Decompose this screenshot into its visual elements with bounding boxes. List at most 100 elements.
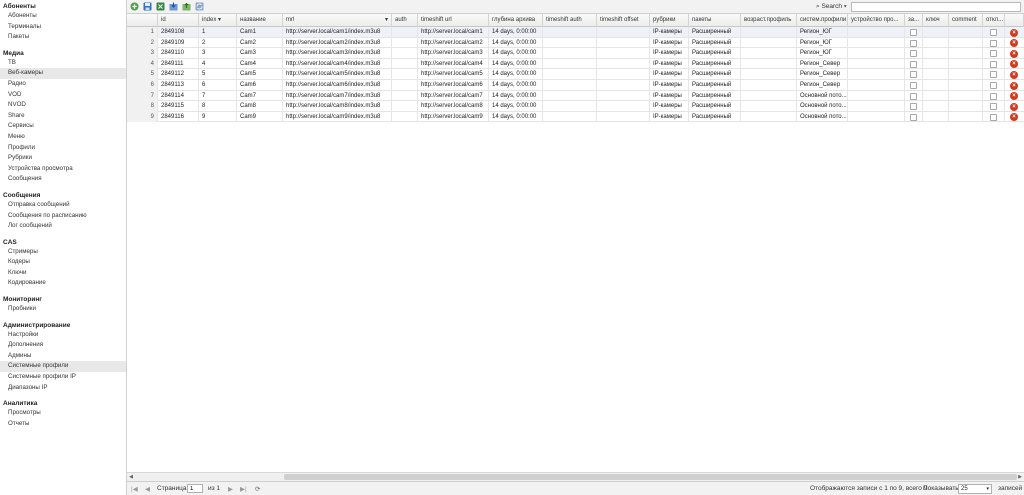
sidebar-item[interactable]: Терминалы — [0, 22, 126, 33]
sidebar-item[interactable]: ТВ — [0, 58, 126, 69]
table-row[interactable]: 9 2849116 9 Cam9 http://server.local/cam9/in… — [127, 111, 1024, 123]
delete-icon[interactable]: × — [1010, 60, 1018, 69]
sidebar-item[interactable]: Ключи — [0, 268, 126, 279]
sidebar-item[interactable]: Лог сообщений — [0, 221, 126, 232]
checkbox[interactable] — [910, 113, 917, 121]
sidebar-item[interactable]: VOD — [0, 90, 126, 101]
sidebar-item[interactable]: NVOD — [0, 100, 126, 111]
column-header[interactable]: устройство про... — [848, 14, 905, 27]
delete-icon[interactable]: × — [1010, 70, 1018, 79]
column-header[interactable]: за... — [905, 14, 923, 27]
search-button[interactable]: ⌕ Search ▾ — [816, 2, 847, 12]
sidebar-item[interactable]: Сообщения — [0, 174, 126, 185]
sidebar-item[interactable]: Профили — [0, 143, 126, 154]
table-row[interactable]: 6 2849113 6 Cam6 http://server.local/cam6/in… — [127, 80, 1024, 91]
delete-icon[interactable]: × — [1010, 113, 1018, 122]
checkbox[interactable] — [910, 50, 917, 58]
checkbox[interactable] — [910, 71, 917, 79]
table-row[interactable]: 4 2849111 4 Cam4 http://server.local/cam4/in… — [127, 58, 1024, 70]
sidebar-item[interactable]: Меню — [0, 132, 126, 143]
table-row[interactable]: 2 2849109 2 Cam2 http://server.local/cam2/in… — [127, 37, 1024, 49]
sidebar-item[interactable]: Абоненты — [0, 11, 126, 22]
checkbox[interactable] — [990, 103, 997, 111]
upload-icon[interactable] — [182, 2, 191, 11]
next-page-icon[interactable]: ▶ — [228, 485, 233, 493]
sidebar-item[interactable]: Радио — [0, 79, 126, 90]
horizontal-scrollbar[interactable]: ◀ ▶ — [127, 472, 1024, 481]
checkbox[interactable] — [990, 39, 997, 47]
page-number-input[interactable] — [187, 484, 203, 493]
sidebar-item[interactable]: Share — [0, 111, 126, 122]
column-header[interactable]: ключ — [923, 14, 949, 27]
scroll-right-icon[interactable]: ▶ — [1016, 473, 1024, 481]
checkbox[interactable] — [990, 92, 997, 100]
checkbox[interactable] — [910, 103, 917, 111]
refresh-icon[interactable]: ⟳ — [255, 485, 260, 493]
column-header[interactable]: comment — [949, 14, 983, 27]
sidebar-item[interactable]: Настройки — [0, 330, 126, 341]
prev-page-icon[interactable]: ◀ — [145, 485, 150, 493]
delete-icon[interactable]: × — [1010, 81, 1018, 90]
column-header[interactable]: название — [237, 14, 283, 27]
sidebar-item[interactable]: Кодирование — [0, 278, 126, 289]
column-header[interactable]: index ▾ — [199, 14, 237, 27]
column-header[interactable]: timeshift auth — [543, 14, 597, 27]
column-header[interactable]: mrl ▾ — [283, 14, 392, 27]
sidebar-item[interactable]: Стримеры — [0, 247, 126, 258]
sidebar-item[interactable]: Пробники — [0, 304, 126, 315]
table-row[interactable]: 8 2849115 8 Cam8 http://server.local/cam8/in… — [127, 101, 1024, 112]
sidebar-item[interactable]: Диапазоны IP — [0, 383, 126, 394]
sidebar-item[interactable]: Пакеты — [0, 32, 126, 43]
column-header[interactable]: систем.профили — [797, 14, 848, 27]
checkbox[interactable] — [990, 60, 997, 68]
column-header[interactable]: auth — [392, 14, 418, 27]
table-row[interactable]: 3 2849110 3 Cam3 http://server.local/cam3/in… — [127, 48, 1024, 59]
column-header[interactable] — [1005, 14, 1024, 27]
checkbox[interactable] — [910, 29, 917, 36]
scroll-left-icon[interactable]: ◀ — [127, 473, 135, 481]
table-row[interactable]: 5 2849112 5 Cam5 http://server.local/cam5/in… — [127, 69, 1024, 80]
column-header[interactable]: рубрики — [650, 14, 689, 27]
checkbox[interactable] — [910, 92, 917, 100]
table-row[interactable]: 1 2849108 1 Cam1 http://server.local/cam1/in… — [127, 27, 1024, 38]
column-menu-icon[interactable]: ▾ — [385, 14, 388, 27]
delete-icon[interactable]: × — [1010, 92, 1018, 101]
delete-icon[interactable]: × — [1010, 39, 1018, 48]
column-header[interactable]: пакеты — [689, 14, 741, 27]
sidebar-item[interactable]: Отчеты — [0, 419, 126, 430]
delete-icon[interactable]: × — [1010, 49, 1018, 58]
column-header[interactable]: id — [158, 14, 199, 27]
checkbox[interactable] — [910, 39, 917, 47]
sidebar-item[interactable]: Устройства просмотра — [0, 164, 126, 175]
rows-per-page-select[interactable]: 25 ▾ — [958, 484, 992, 494]
first-page-icon[interactable]: |◀ — [131, 485, 138, 493]
last-page-icon[interactable]: ▶| — [240, 485, 247, 493]
sidebar-item[interactable]: Сервисы — [0, 121, 126, 132]
sidebar-item[interactable]: Сообщения по расписанию — [0, 211, 126, 222]
delete-icon[interactable]: × — [1010, 28, 1018, 37]
save-icon[interactable] — [143, 2, 152, 11]
checkbox[interactable] — [990, 50, 997, 58]
table-row[interactable]: 7 2849114 7 Cam7 http://server.local/cam7/in… — [127, 90, 1024, 102]
checkbox[interactable] — [910, 60, 917, 68]
checkbox[interactable] — [990, 29, 997, 36]
sidebar-item[interactable]: Отправка сообщений — [0, 200, 126, 211]
delete-icon[interactable]: × — [1010, 102, 1018, 111]
sidebar-item[interactable]: Веб-камеры — [0, 68, 126, 79]
import-icon[interactable] — [169, 2, 178, 11]
checkbox[interactable] — [910, 82, 917, 89]
column-header[interactable]: возраст.профиль — [741, 14, 797, 27]
sidebar-item[interactable]: Дополнения — [0, 340, 126, 351]
sidebar-item[interactable]: Системные профили IP — [0, 372, 126, 383]
sidebar-item[interactable]: Системные профили — [0, 361, 126, 373]
column-header[interactable]: timeshift offset — [597, 14, 650, 27]
column-header[interactable]: откл... — [983, 14, 1005, 27]
sidebar-item[interactable]: Кодеры — [0, 257, 126, 268]
column-header[interactable]: глубина архива — [489, 14, 543, 27]
checkbox[interactable] — [990, 113, 997, 121]
scrollbar-thumb[interactable] — [284, 474, 1017, 480]
sidebar-item[interactable]: Админы — [0, 351, 126, 362]
refresh-grid-icon[interactable] — [195, 2, 204, 11]
column-header[interactable]: timeshift url — [418, 14, 489, 27]
sidebar-item[interactable]: Рубрики — [0, 153, 126, 164]
